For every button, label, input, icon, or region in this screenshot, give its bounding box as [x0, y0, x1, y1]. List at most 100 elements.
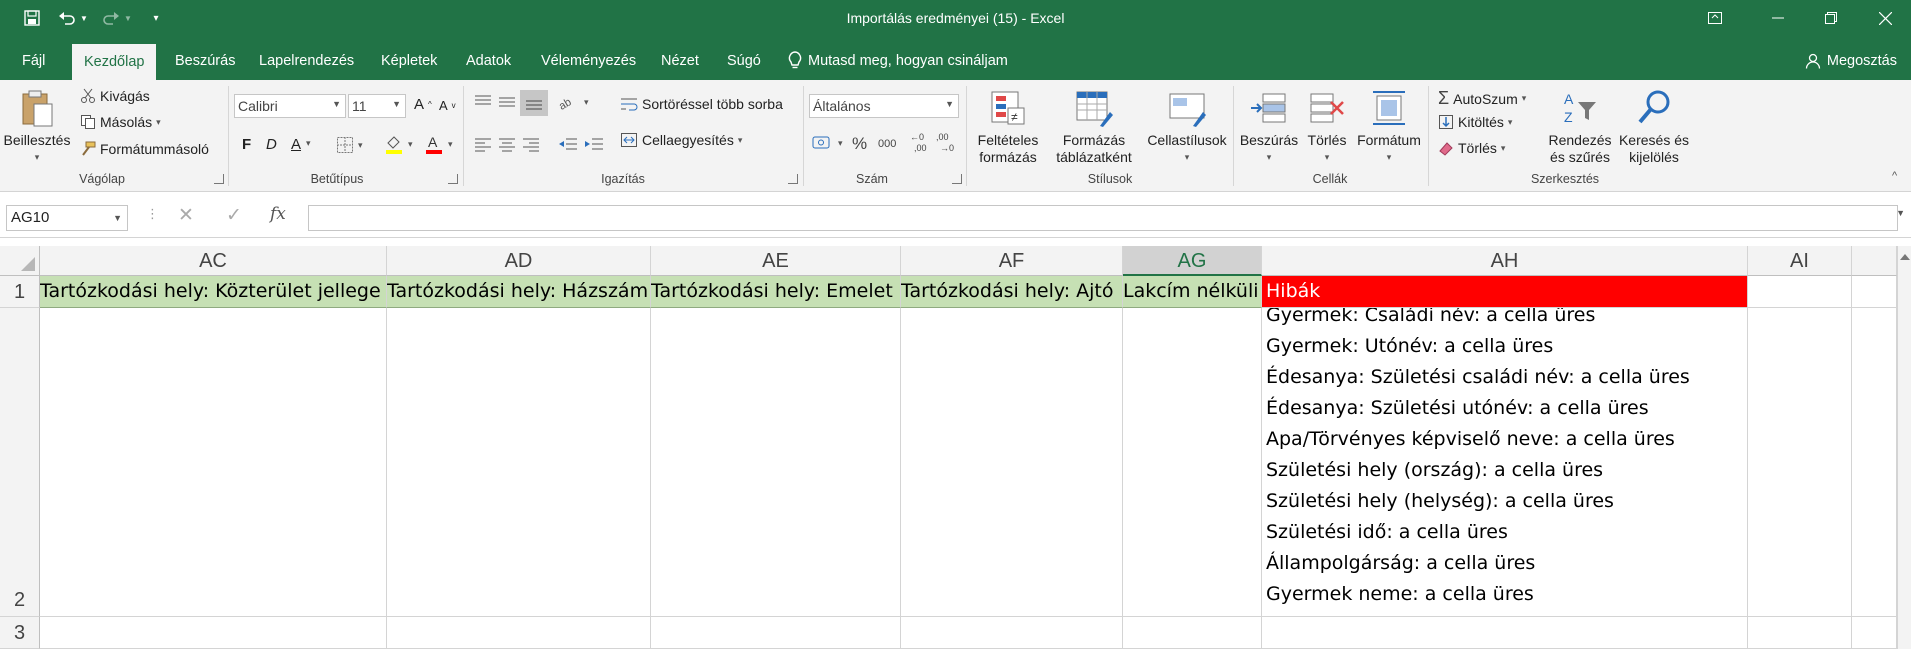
insert-dropdown-icon[interactable]: ▾ — [1267, 149, 1272, 166]
select-all-button[interactable] — [0, 246, 40, 276]
increase-font-icon[interactable]: A ^ — [414, 96, 432, 113]
align-right-icon[interactable] — [522, 136, 540, 152]
column-header-ah[interactable]: AH — [1262, 246, 1748, 276]
tell-me-box[interactable]: Mutasd meg, hogyan csináljam — [788, 46, 1008, 76]
enter-icon[interactable]: ✓ — [226, 204, 242, 227]
align-center-icon[interactable] — [498, 136, 516, 152]
font-size-combo[interactable]: 11 ▼ — [348, 94, 406, 118]
row-header-1[interactable]: 1 — [0, 276, 40, 308]
format-painter-button[interactable]: Formátummásoló — [80, 141, 209, 157]
column-header-ac[interactable]: AC — [40, 246, 387, 276]
increase-indent-icon[interactable] — [584, 136, 604, 152]
cell-styles-button[interactable]: Cellastílusok ▾ — [1142, 88, 1232, 166]
cell-af2[interactable] — [901, 308, 1123, 617]
clipboard-launcher-icon[interactable] — [214, 174, 224, 184]
copy-dropdown-icon[interactable]: ▾ — [156, 117, 161, 128]
font-color-icon[interactable]: A ▾ — [424, 134, 453, 154]
tab-view[interactable]: Nézet — [661, 46, 699, 80]
conditional-formatting-button[interactable]: ≠ Feltételes formázás — [970, 88, 1046, 166]
cell-styles-dropdown-icon[interactable]: ▾ — [1185, 149, 1190, 166]
merge-dropdown-icon[interactable]: ▾ — [738, 135, 743, 146]
tab-page-layout[interactable]: Lapelrendezés — [259, 46, 354, 80]
align-top-icon[interactable] — [474, 94, 492, 110]
clear-button[interactable]: Törlés ▾ — [1438, 140, 1505, 156]
tab-formulas[interactable]: Képletek — [381, 46, 437, 80]
bold-button[interactable]: F — [242, 136, 251, 153]
cell-empty[interactable] — [1852, 308, 1897, 617]
formula-input[interactable] — [308, 205, 1898, 231]
column-header-af[interactable]: AF — [901, 246, 1123, 276]
cell-ac2[interactable] — [40, 308, 387, 617]
cell-af1[interactable]: Tartózkodási hely: Ajtó — [901, 276, 1123, 308]
cell-ad1[interactable]: Tartózkodási hely: Házszám — [387, 276, 651, 308]
align-middle-icon[interactable] — [498, 94, 516, 110]
insert-cells-button[interactable]: Beszúrás ▾ — [1236, 88, 1302, 166]
tab-help[interactable]: Súgó — [727, 46, 761, 80]
tab-file[interactable]: Fájl — [22, 46, 45, 80]
cell-ai2[interactable] — [1748, 308, 1852, 617]
italic-button[interactable]: D — [266, 136, 277, 153]
column-header-ag[interactable]: AG — [1123, 246, 1262, 276]
insert-function-icon[interactable]: fx — [270, 204, 286, 224]
align-bottom-icon[interactable] — [520, 90, 548, 116]
cell-ah3[interactable] — [1262, 617, 1748, 649]
minimize-icon[interactable] — [1755, 0, 1801, 36]
column-header-ae[interactable]: AE — [651, 246, 901, 276]
fill-dropdown-icon[interactable]: ▾ — [1508, 117, 1513, 128]
delete-cells-button[interactable]: Törlés ▾ — [1302, 88, 1352, 166]
delete-dropdown-icon[interactable]: ▾ — [1325, 149, 1330, 166]
number-format-combo[interactable]: Általános ▼ — [809, 94, 959, 118]
cell-ag3[interactable] — [1123, 617, 1262, 649]
tab-data[interactable]: Adatok — [466, 46, 511, 80]
alignment-launcher-icon[interactable] — [788, 174, 798, 184]
cell-ai3[interactable] — [1748, 617, 1852, 649]
cell-ah1[interactable]: Hibák — [1262, 276, 1748, 308]
underline-button[interactable]: A — [291, 136, 301, 153]
cancel-icon[interactable]: ✕ — [178, 204, 194, 227]
row-header-2[interactable]: 2 — [0, 308, 40, 617]
tab-review[interactable]: Véleményezés — [541, 46, 636, 80]
format-dropdown-icon[interactable]: ▾ — [1387, 149, 1392, 166]
close-icon[interactable] — [1862, 0, 1908, 36]
autosum-dropdown-icon[interactable]: ▾ — [1522, 93, 1527, 104]
number-launcher-icon[interactable] — [952, 174, 962, 184]
font-name-combo[interactable]: Calibri ▼ — [234, 94, 346, 118]
wrap-text-button[interactable]: Sortöréssel több sorba — [620, 96, 783, 112]
cell-empty[interactable] — [1852, 617, 1897, 649]
row-header-3[interactable]: 3 — [0, 617, 40, 649]
cut-button[interactable]: Kivágás — [80, 88, 150, 104]
align-left-icon[interactable] — [474, 136, 492, 152]
cell-ad2[interactable] — [387, 308, 651, 617]
cell-ad3[interactable] — [387, 617, 651, 649]
cell-ae3[interactable] — [651, 617, 901, 649]
cell-ag1[interactable]: Lakcím nélküli — [1123, 276, 1262, 308]
cell-ai1[interactable] — [1748, 276, 1852, 308]
decrease-indent-icon[interactable] — [558, 136, 578, 152]
scroll-up-icon[interactable] — [1900, 254, 1910, 260]
increase-decimal-icon[interactable]: ←0,00 — [910, 130, 930, 154]
merge-center-button[interactable]: Cellaegyesítés ▾ — [620, 132, 742, 148]
cell-ag2[interactable] — [1123, 308, 1262, 617]
format-cells-button[interactable]: Formátum ▾ — [1352, 88, 1426, 166]
orientation-icon[interactable]: ab ▾ — [558, 94, 589, 110]
vertical-scrollbar[interactable] — [1897, 246, 1911, 649]
paste-button[interactable]: Beillesztés ▾ — [2, 88, 72, 166]
clear-dropdown-icon[interactable]: ▾ — [1501, 143, 1506, 154]
underline-dropdown-icon[interactable]: ▾ — [306, 138, 311, 149]
fill-button[interactable]: Kitöltés ▾ — [1438, 114, 1512, 130]
find-select-button[interactable]: Keresés és kijelölés — [1616, 88, 1692, 166]
cell-ae2[interactable] — [651, 308, 901, 617]
restore-icon[interactable] — [1808, 0, 1854, 36]
decrease-font-icon[interactable]: Av — [439, 98, 456, 113]
name-box[interactable]: AG10 ▼ — [6, 205, 128, 231]
cell-ac1[interactable]: Tartózkodási hely: Közterület jellege — [40, 276, 387, 308]
paste-dropdown-icon[interactable]: ▾ — [35, 149, 40, 166]
tab-home[interactable]: Kezdőlap — [72, 44, 157, 80]
tab-insert[interactable]: Beszúrás — [175, 46, 235, 80]
copy-button[interactable]: Másolás ▾ — [80, 114, 161, 130]
font-launcher-icon[interactable] — [448, 174, 458, 184]
cell-ac3[interactable] — [40, 617, 387, 649]
format-as-table-button[interactable]: Formázás táblázatként — [1048, 88, 1140, 166]
cell-af3[interactable] — [901, 617, 1123, 649]
cell-empty[interactable] — [1852, 276, 1897, 308]
